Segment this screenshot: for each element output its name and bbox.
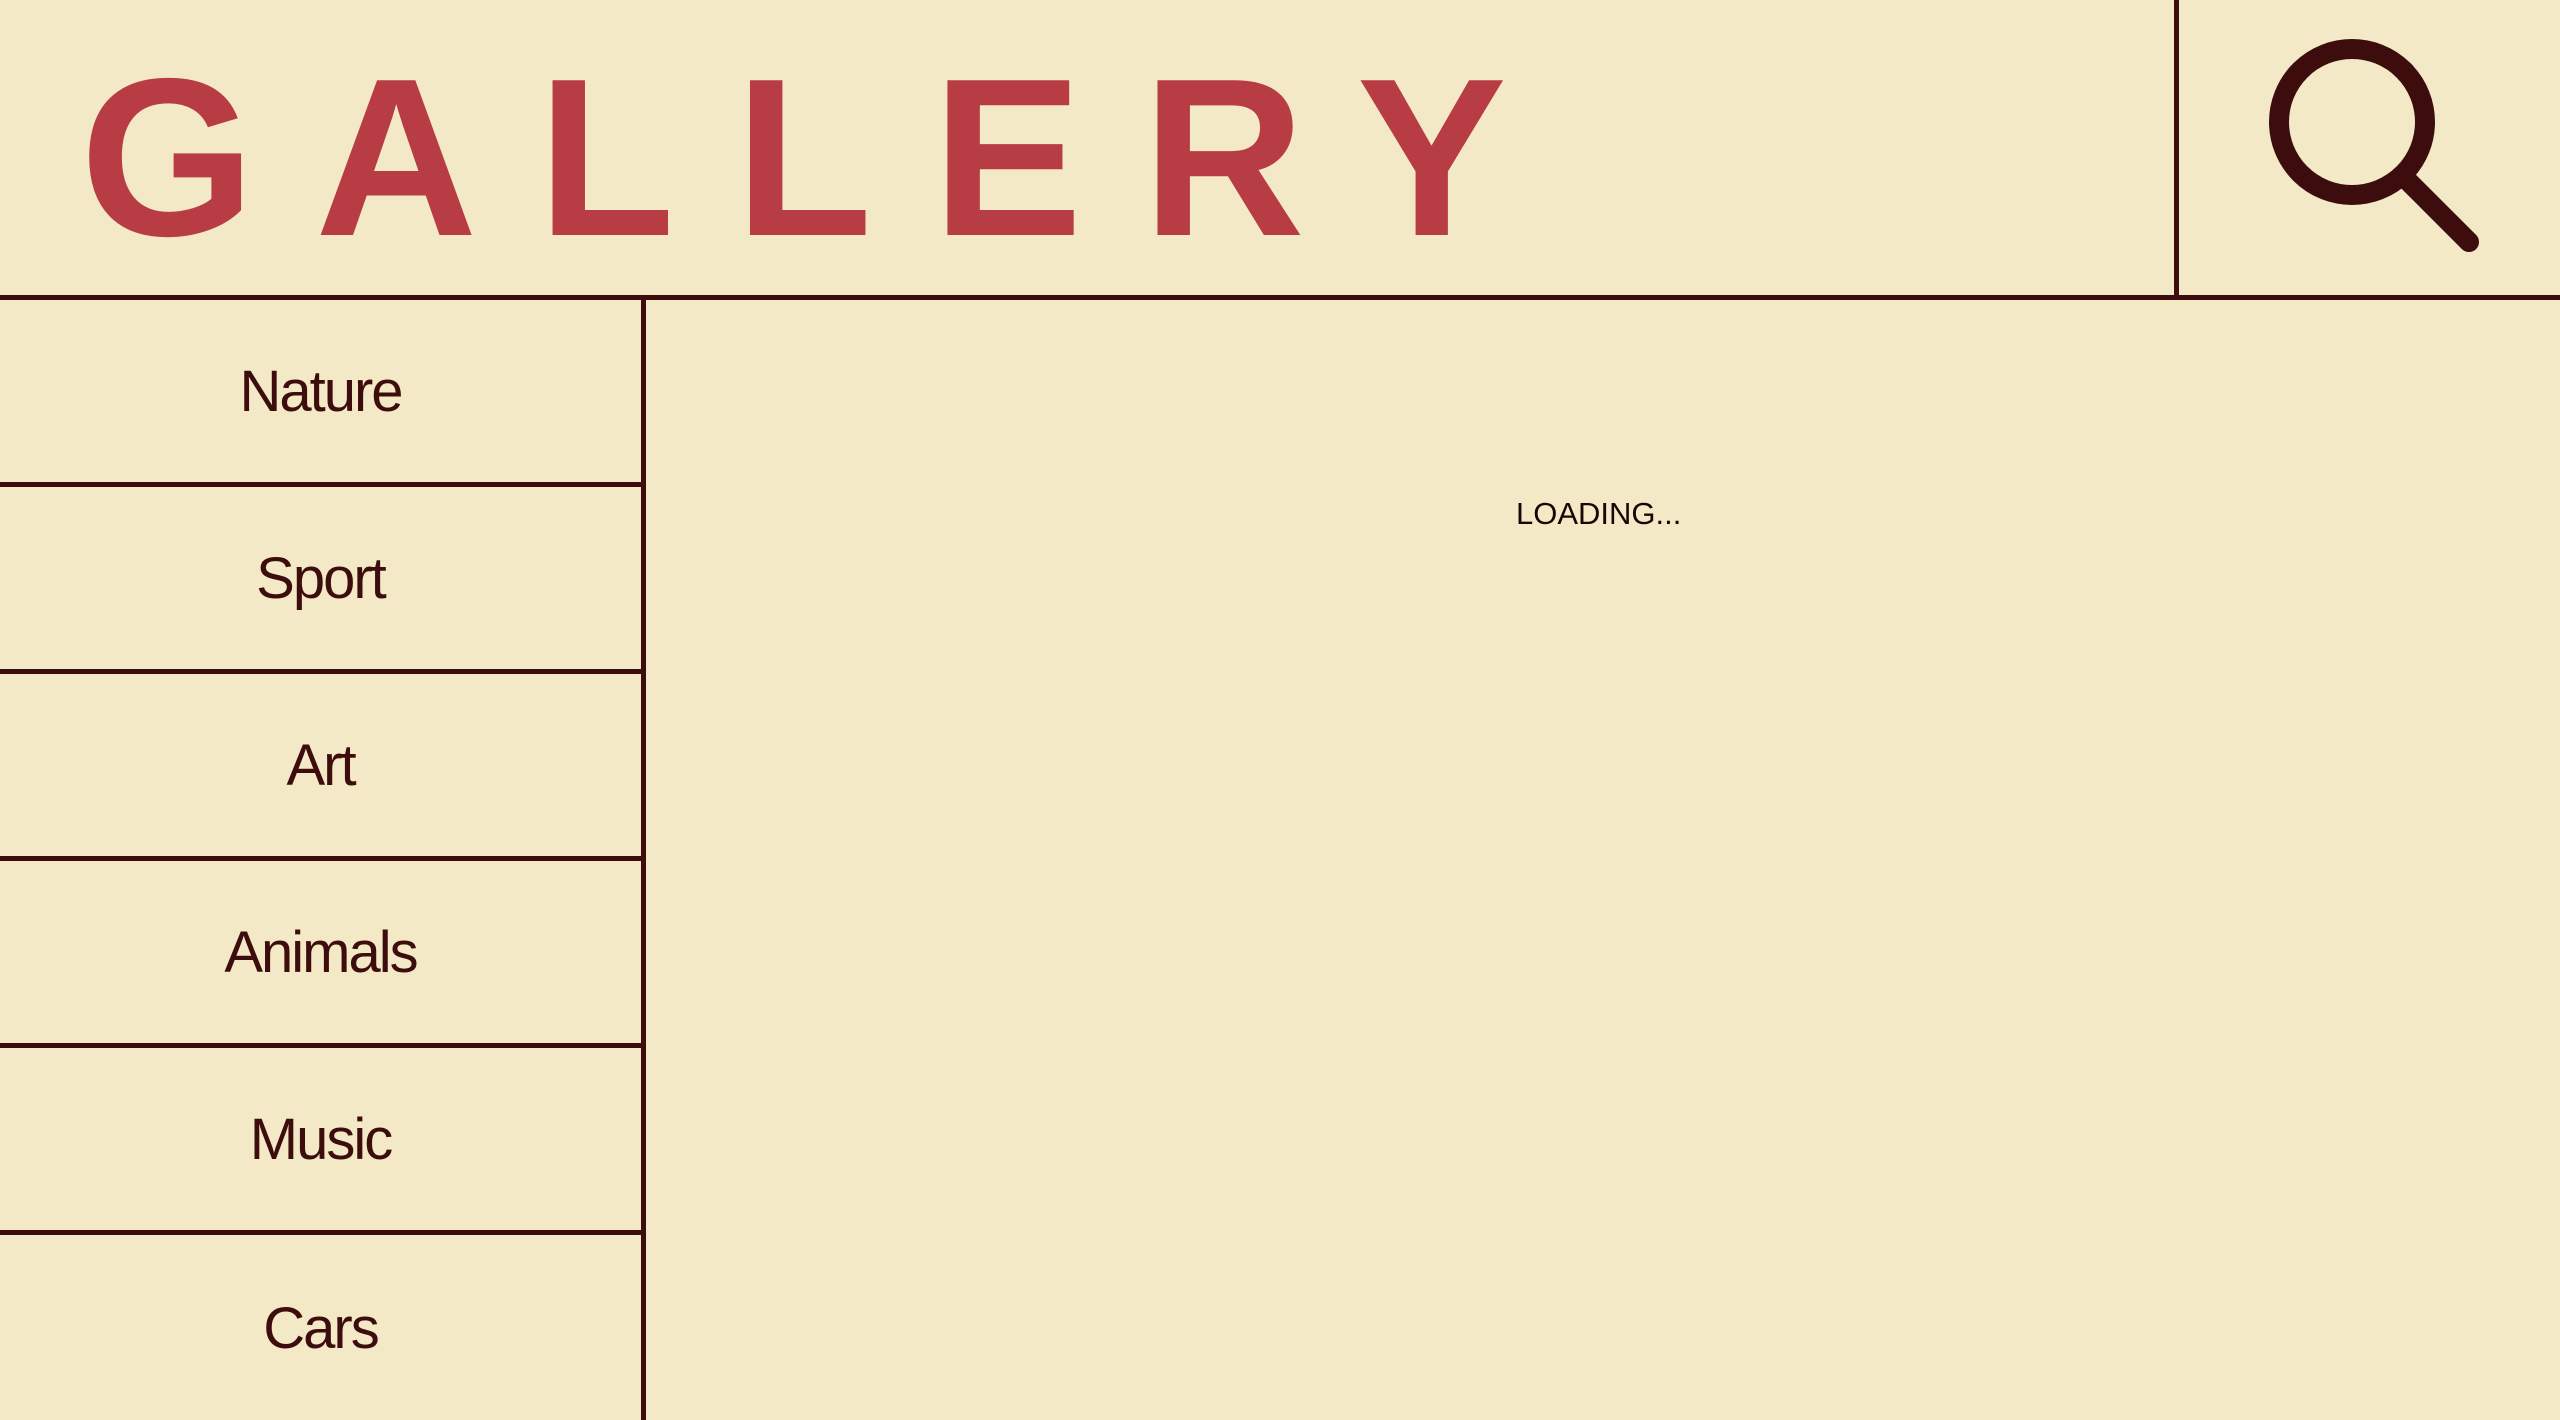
header: GALLERY [0, 0, 2560, 300]
sidebar-item-label: Music [249, 1106, 393, 1172]
search-icon [2269, 39, 2479, 252]
sidebar-item-art[interactable]: Art [0, 674, 641, 861]
sidebar-item-label: Cars [263, 1296, 379, 1361]
sidebar-item-label: Animals [224, 919, 418, 985]
sidebar-item-animals[interactable]: Animals [0, 861, 641, 1048]
loading-status: LOADING... [1516, 496, 1682, 531]
sidebar-item-label: Nature [239, 358, 403, 424]
search-button[interactable] [2174, 0, 2560, 295]
sidebar-item-label: Art [286, 732, 356, 798]
sidebar-nav: Nature Sport Art Animals Music Cars [0, 300, 646, 1420]
sidebar-item-music[interactable]: Music [0, 1048, 641, 1235]
logo-title: GALLERY [80, 31, 1567, 283]
sidebar-item-sport[interactable]: Sport [0, 487, 641, 674]
gallery-app: GALLERY Nature Sport Art Animals Music C… [0, 0, 2560, 1420]
sidebar-item-cars[interactable]: Cars [0, 1235, 641, 1420]
sidebar-item-label: Sport [256, 545, 387, 611]
sidebar-item-nature[interactable]: Nature [0, 300, 641, 487]
gallery-content: LOADING... [646, 300, 2560, 1420]
